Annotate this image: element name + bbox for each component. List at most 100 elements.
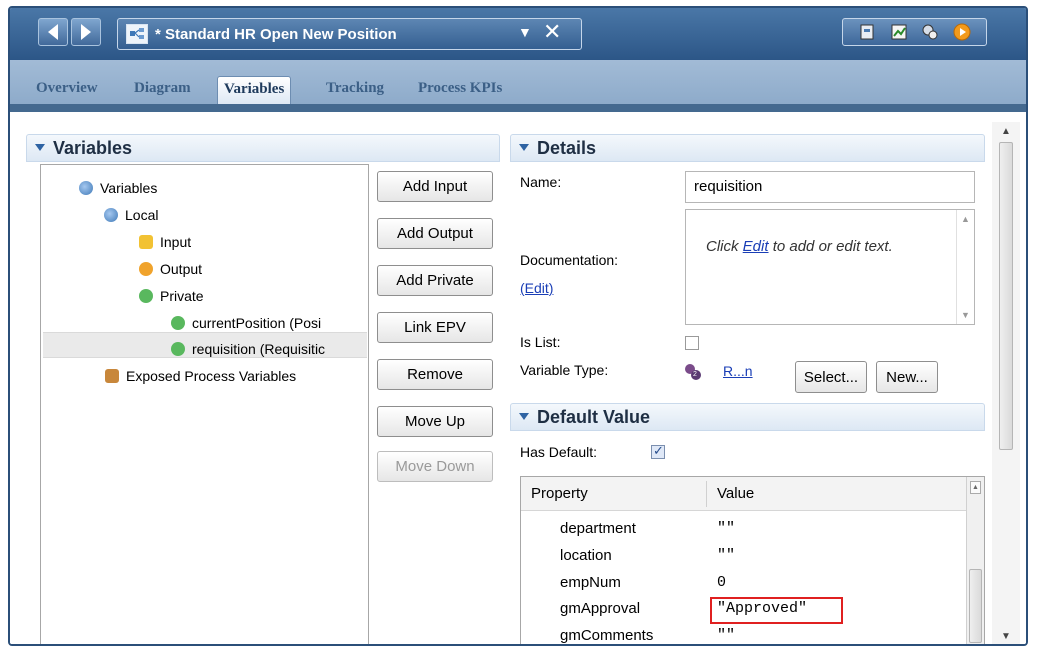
variables-tree: Variables Local Input Output Private cur… xyxy=(40,164,369,644)
column-header-property[interactable]: Property xyxy=(531,485,588,502)
editor-tab-bar: Overview Diagram Variables Tracking Proc… xyxy=(10,60,1026,112)
new-type-button[interactable]: New... xyxy=(876,361,938,393)
doc-text-prefix: Click xyxy=(706,238,743,255)
tab-tracking[interactable]: Tracking xyxy=(320,76,390,104)
main-scroll-thumb[interactable] xyxy=(999,142,1013,450)
is-list-checkbox[interactable] xyxy=(685,336,699,350)
value-cell[interactable]: "" xyxy=(717,547,735,564)
add-output-button[interactable]: Add Output xyxy=(377,218,493,249)
move-up-button[interactable]: Move Up xyxy=(377,406,493,437)
column-divider[interactable] xyxy=(706,481,707,507)
chart-icon[interactable] xyxy=(889,23,909,41)
details-section-header[interactable]: Details xyxy=(510,134,985,162)
tree-node-input[interactable]: Input xyxy=(139,230,191,254)
has-default-label: Has Default: xyxy=(520,444,598,460)
toolbar xyxy=(842,18,987,46)
has-default-checkbox[interactable]: ✓ xyxy=(651,443,665,459)
input-icon xyxy=(139,235,153,249)
link-epv-button[interactable]: Link EPV xyxy=(377,312,493,343)
variables-icon xyxy=(79,181,93,195)
doc-edit-link[interactable]: Edit xyxy=(743,238,769,255)
tree-label-local: Local xyxy=(125,207,159,223)
property-cell: gmApproval xyxy=(560,600,641,617)
remove-button[interactable]: Remove xyxy=(377,359,493,390)
forward-arrow-icon xyxy=(81,24,91,40)
default-value-section-header[interactable]: Default Value xyxy=(510,403,985,431)
chevron-down-icon[interactable]: ▼ xyxy=(518,24,532,40)
tab-overview[interactable]: Overview xyxy=(30,76,104,104)
table-row[interactable]: department "" xyxy=(521,517,968,543)
tab-diagram[interactable]: Diagram xyxy=(128,76,197,104)
tab-variables[interactable]: Variables xyxy=(217,76,292,104)
details-section-title: Details xyxy=(537,138,597,158)
value-cell[interactable]: "" xyxy=(717,627,735,644)
tree-label-variables: Variables xyxy=(100,180,158,196)
tree-label-output: Output xyxy=(160,261,203,277)
debug-icon[interactable] xyxy=(920,23,940,41)
tree-node-variables[interactable]: Variables xyxy=(79,176,157,200)
value-cell[interactable]: "" xyxy=(717,520,735,537)
tree-label-input: Input xyxy=(160,234,192,250)
name-label: Name: xyxy=(520,174,562,190)
add-input-button[interactable]: Add Input xyxy=(377,171,493,202)
column-header-value[interactable]: Value xyxy=(717,485,754,502)
property-cell: gmComments xyxy=(560,627,654,644)
property-cell: location xyxy=(560,547,612,564)
tree-node-requisition[interactable]: requisition (Requisitic xyxy=(171,337,367,361)
add-private-button[interactable]: Add Private xyxy=(377,265,493,296)
scroll-down-icon[interactable]: ▼ xyxy=(1001,631,1011,642)
export-icon[interactable] xyxy=(857,23,877,41)
run-icon[interactable] xyxy=(952,23,972,41)
table-row[interactable]: gmComments "" xyxy=(521,624,968,644)
private-variable-icon xyxy=(171,342,185,356)
tree-label-private: Private xyxy=(160,288,204,304)
scroll-down-icon[interactable]: ▼ xyxy=(961,310,970,320)
move-down-button: Move Down xyxy=(377,451,493,482)
value-cell[interactable]: 0 xyxy=(717,574,726,591)
table-scroll-thumb[interactable] xyxy=(969,569,982,643)
property-cell: department xyxy=(560,520,636,537)
title-bar: * Standard HR Open New Position ▼ ✕ xyxy=(10,8,1026,60)
variables-section-title: Variables xyxy=(53,138,133,158)
scroll-up-icon[interactable]: ▲ xyxy=(970,481,981,494)
tree-label-current-position: currentPosition (Posi xyxy=(192,315,322,331)
editor-title-tab[interactable]: * Standard HR Open New Position ▼ ✕ xyxy=(117,18,582,50)
tree-node-exposed-process-variables[interactable]: Exposed Process Variables xyxy=(105,364,296,388)
collapse-icon xyxy=(519,413,529,420)
documentation-field[interactable]: Click Edit to add or edit text. ▲ ▼ xyxy=(685,209,975,325)
editor-title: * Standard HR Open New Position xyxy=(155,25,397,43)
tree-node-current-position[interactable]: currentPosition (Posi xyxy=(171,311,367,335)
tree-node-output[interactable]: Output xyxy=(139,257,202,281)
tab-process-kpis[interactable]: Process KPIs xyxy=(412,76,508,104)
variable-type-link[interactable]: R...n xyxy=(723,363,753,379)
variables-section-header[interactable]: Variables xyxy=(26,134,500,162)
table-scrollbar[interactable]: ▲ xyxy=(966,477,984,644)
select-type-button[interactable]: Select... xyxy=(795,361,867,393)
tree-node-private[interactable]: Private xyxy=(139,284,204,308)
business-object-icon: 2 xyxy=(683,362,703,385)
editor-content: Variables Variables Local Input Output P… xyxy=(10,112,1026,644)
tree-node-local[interactable]: Local xyxy=(104,203,158,227)
variable-type-label: Variable Type: xyxy=(520,362,609,378)
scroll-up-icon[interactable]: ▲ xyxy=(961,214,970,224)
forward-button[interactable] xyxy=(71,18,101,46)
table-row[interactable]: empNum 0 xyxy=(521,571,968,597)
svg-text:2: 2 xyxy=(693,371,697,378)
name-field[interactable]: requisition xyxy=(685,171,975,203)
edit-documentation-link[interactable]: (Edit) xyxy=(520,280,553,296)
main-scrollbar[interactable]: ▲ ▼ xyxy=(992,122,1020,644)
collapse-icon xyxy=(519,144,529,151)
default-value-table: Property Value department "" location ""… xyxy=(520,476,985,644)
table-row[interactable]: location "" xyxy=(521,544,968,570)
collapse-icon xyxy=(35,144,45,151)
documentation-placeholder: Click Edit to add or edit text. xyxy=(706,236,936,258)
documentation-scrollbar[interactable]: ▲ ▼ xyxy=(956,210,974,324)
back-button[interactable] xyxy=(38,18,68,46)
output-icon xyxy=(139,262,153,276)
table-row[interactable]: gmApproval "Approved" xyxy=(521,597,968,624)
close-icon[interactable]: ✕ xyxy=(543,19,561,45)
table-header: Property Value xyxy=(521,477,968,511)
scroll-up-icon[interactable]: ▲ xyxy=(1001,126,1011,137)
default-value-section-title: Default Value xyxy=(537,407,651,427)
doc-text-suffix: to add or edit text. xyxy=(768,238,893,255)
